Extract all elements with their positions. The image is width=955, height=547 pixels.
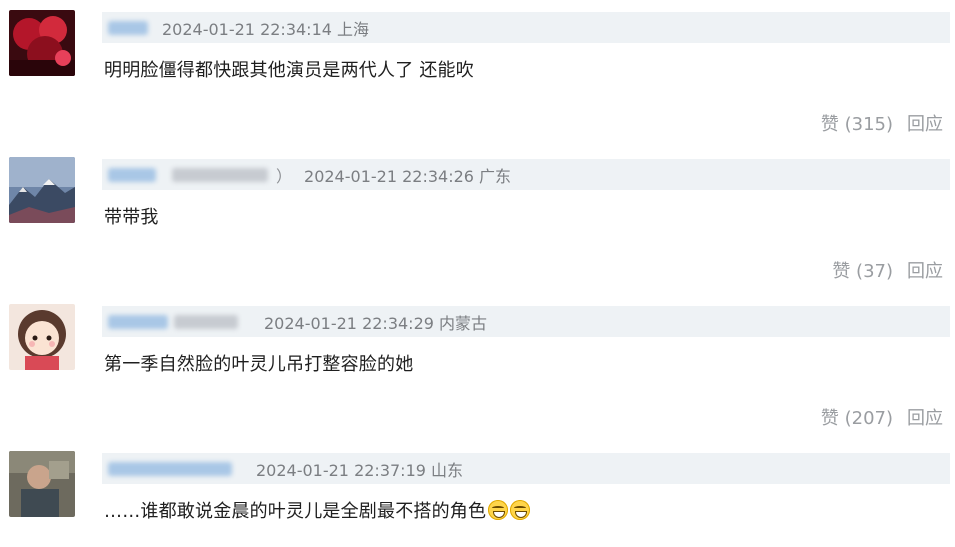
comment-meta-bar: ） 2024-01-21 22:34:26 广东 [102,159,950,190]
like-button[interactable]: 赞 (315) [821,114,893,135]
comment-item: 2024-01-21 22:37:19 山东 ……谁都敢说金晨的叶灵儿是全剧最不搭… [0,441,955,547]
comment-item: ） 2024-01-21 22:34:26 广东 带带我 赞 (37) 回应 [0,147,955,294]
comment-item: 2024-01-21 22:34:14 上海 明明脸僵得都快跟其他演员是两代人了 … [0,0,955,147]
comment-content: ……谁都敢说金晨的叶灵儿是全剧最不搭的角色 [104,497,531,523]
comment-meta-bar: 2024-01-21 22:34:14 上海 [102,12,950,43]
comment-text: ……谁都敢说金晨的叶灵儿是全剧最不搭的角色 [104,501,487,522]
username-blurred[interactable] [108,314,168,329]
comment-meta-bar: 2024-01-21 22:37:19 山东 [102,453,950,484]
comment-timestamp: 2024-01-21 22:34:29 [264,313,434,333]
comment-actions: 赞 (37) 回应 [832,257,943,283]
comment-region: 内蒙古 [438,313,487,333]
comment-timestamp: 2024-01-21 22:37:19 [256,460,426,480]
comment-meta: 2024-01-21 22:37:19 山东 [256,457,463,481]
comment-actions: 赞 (315) 回应 [821,110,943,136]
comment-meta: 2024-01-21 22:34:26 广东 [304,163,511,187]
grinning-sweat-emoji-icon [510,500,531,520]
comment-meta: 2024-01-21 22:34:14 上海 [162,16,369,40]
comment-meta: 2024-01-21 22:34:29 内蒙古 [264,310,487,334]
comment-item: 2024-01-21 22:34:29 内蒙古 第一季自然脸的叶灵儿吊打整容脸的她… [0,294,955,441]
reply-button[interactable]: 回应 [907,261,943,282]
photo-avatar-icon[interactable] [9,451,75,517]
comment-region: 山东 [430,460,463,480]
comment-region: 上海 [336,19,369,39]
mountain-avatar-icon[interactable] [9,157,75,223]
grinning-sweat-emoji-icon [488,500,509,520]
comment-actions: 赞 (207) 回应 [821,404,943,430]
comment-timestamp: 2024-01-21 22:34:14 [162,19,332,39]
username-blurred[interactable] [172,167,268,182]
reply-button[interactable]: 回应 [907,114,943,135]
comment-region: 广东 [478,166,511,186]
username-blurred[interactable] [174,314,238,329]
username-blurred[interactable] [108,167,156,182]
red-abstract-avatar-icon[interactable] [9,10,75,76]
comment-text: 明明脸僵得都快跟其他演员是两代人了 还能吹 [104,60,474,81]
username-blurred[interactable] [108,20,148,35]
like-button[interactable]: 赞 (207) [821,408,893,429]
cartoon-girl-avatar-icon[interactable] [9,304,75,370]
username-blurred[interactable] [108,461,232,476]
reply-button[interactable]: 回应 [907,408,943,429]
username-suffix: ） [276,166,293,186]
comment-text: 第一季自然脸的叶灵儿吊打整容脸的她 [104,354,414,375]
comment-timestamp: 2024-01-21 22:34:26 [304,166,474,186]
like-button[interactable]: 赞 (37) [832,261,893,282]
comment-meta-bar: 2024-01-21 22:34:29 内蒙古 [102,306,950,337]
comment-text: 带带我 [104,207,159,228]
